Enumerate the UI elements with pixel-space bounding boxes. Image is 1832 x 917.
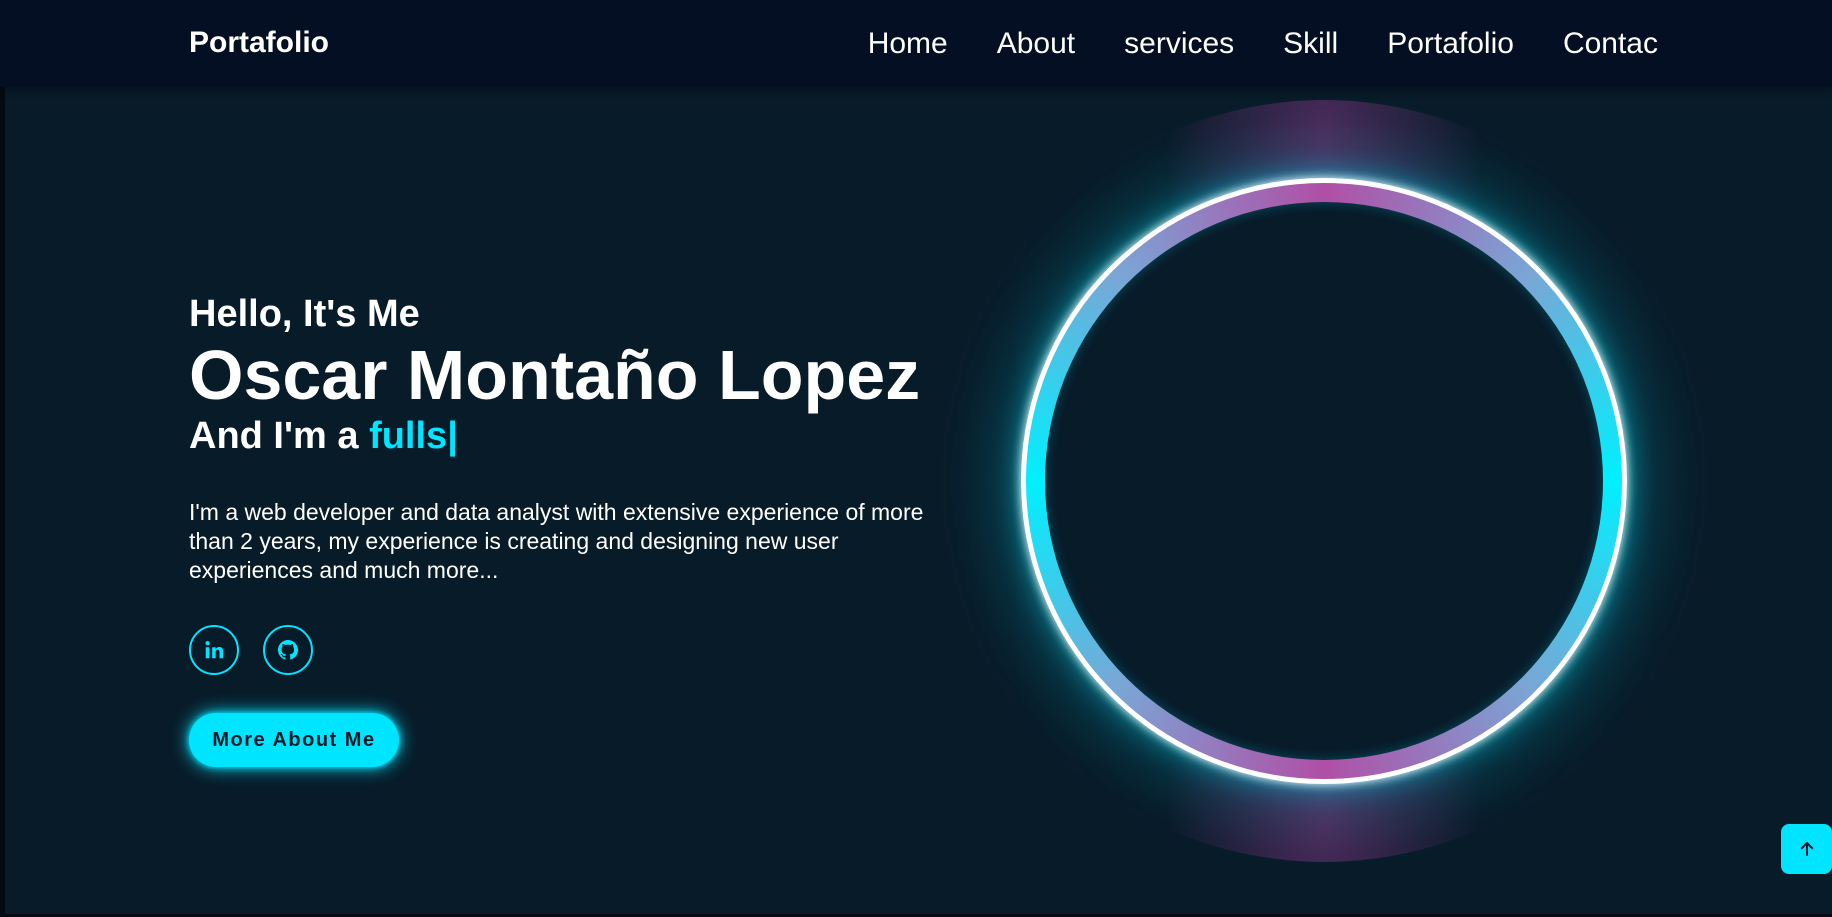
hero-name: Oscar Montaño Lopez [189, 336, 921, 414]
greeting: Hello, It's Me [189, 293, 420, 335]
nav-about[interactable]: About [997, 26, 1075, 62]
role-prefix: And I'm a [189, 415, 370, 457]
nav-home[interactable]: Home [868, 26, 948, 62]
more-about-me-button[interactable]: More About Me [189, 713, 399, 767]
hero-description: I'm a web developer and data analyst wit… [189, 499, 924, 583]
site-header: Portafolio Home About services Skill Por… [0, 0, 1832, 87]
neon-ring [1021, 178, 1627, 784]
main-nav: Home About services Skill Portafolio Con… [868, 26, 1658, 62]
logo[interactable]: Portafolio [189, 26, 329, 60]
typed-role: fulls [369, 415, 448, 457]
ring-inner [1045, 202, 1603, 760]
role-line: And I'm a fulls| [189, 414, 969, 458]
social-links [189, 625, 969, 675]
github-icon [278, 640, 298, 660]
linkedin-link[interactable] [189, 625, 239, 675]
nav-skill[interactable]: Skill [1283, 26, 1338, 62]
hero-section: Hello, It's Me Oscar Montaño Lopez And I… [189, 292, 969, 767]
typing-cursor: | [447, 415, 458, 457]
profile-ring [923, 80, 1725, 882]
arrow-up-icon [1800, 842, 1813, 856]
back-to-top-button[interactable] [1781, 824, 1832, 874]
linkedin-icon [205, 641, 224, 659]
github-link[interactable] [263, 625, 313, 675]
nav-portafolio[interactable]: Portafolio [1387, 26, 1514, 62]
nav-contact[interactable]: Contac [1563, 26, 1658, 62]
nav-services[interactable]: services [1124, 26, 1234, 62]
